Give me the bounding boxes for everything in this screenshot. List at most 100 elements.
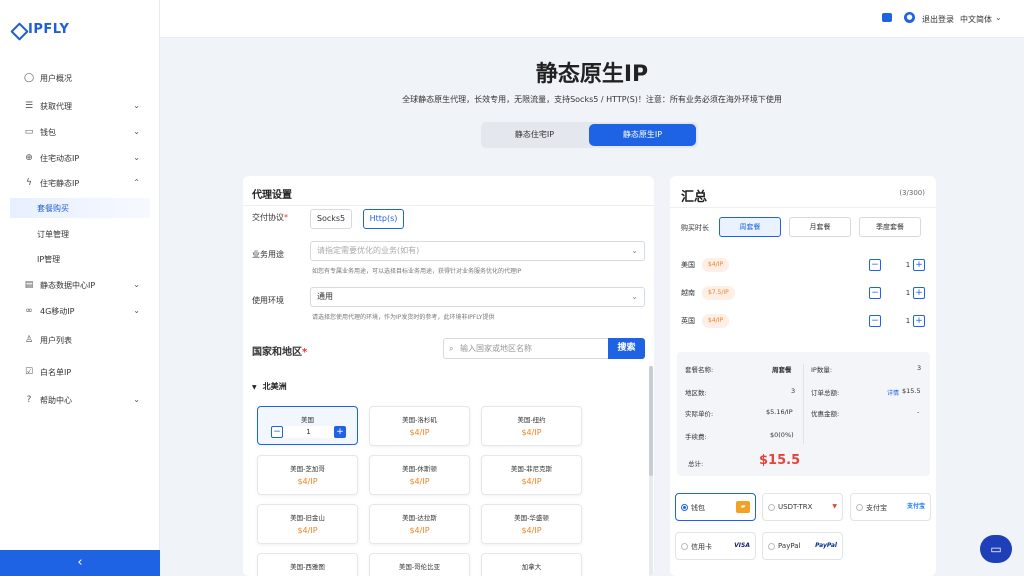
sidebar-item-static-residential[interactable]: ϟ 住宅静态IP ⌃ <box>0 173 160 193</box>
country-card[interactable]: 美国-洛杉矶 $4/IP <box>369 406 470 446</box>
message-icon[interactable] <box>882 13 892 22</box>
country-card[interactable]: 美国-华盛顿 $4/IP <box>481 504 582 544</box>
alipay-icon: 支付宝 <box>906 503 925 510</box>
radio-button[interactable] <box>681 543 688 550</box>
item-price-badge: $7.5/IP <box>702 286 735 300</box>
country-card[interactable]: 美国-旧金山 $4/IP <box>257 504 358 544</box>
country-name: 美国-西雅图 <box>290 563 325 571</box>
sidebar-item-get-proxy[interactable]: ☰ 获取代理 ⌄ <box>0 96 160 116</box>
wallet-icon: ▰ <box>736 501 750 513</box>
logo-icon <box>12 24 24 36</box>
paypal-icon: PayPal <box>815 542 837 549</box>
payment-label: 支付宝 <box>866 504 887 512</box>
product-tabs: 静态住宅IP 静态原生IP <box>481 122 698 148</box>
plus-button[interactable]: + <box>913 315 925 327</box>
avatar[interactable]: ● <box>904 12 915 23</box>
country-card[interactable]: 加拿大 <box>481 553 582 576</box>
sidebar-item-4g-mobile[interactable]: ∞ 4G移动IP ⌄ <box>0 301 160 321</box>
order-total-label: 订单总额: <box>811 389 840 397</box>
payment-credit-card[interactable]: 信用卡 VISA <box>675 532 756 560</box>
radio-button[interactable] <box>768 504 775 511</box>
radio-button[interactable] <box>856 504 863 511</box>
summary-item-row: 美国 $4/IP − 1 + <box>681 258 927 272</box>
quantity-value[interactable]: 1 <box>283 426 334 438</box>
region-north-america[interactable]: ▼ 北美洲 <box>252 381 287 392</box>
scrollbar-thumb[interactable] <box>649 366 653 476</box>
ip-count-label: IP数量: <box>811 366 833 374</box>
country-price: $4/IP <box>297 477 318 486</box>
minus-button[interactable]: − <box>271 426 283 438</box>
divider <box>670 207 936 208</box>
search-button[interactable]: 搜索 <box>608 338 645 359</box>
environment-select[interactable]: 通用 ⌄ <box>310 287 645 307</box>
protocol-socks5-button[interactable]: Socks5 <box>310 209 352 229</box>
topbar: ● 退出登录 中文简体 ⌄ <box>160 0 1024 38</box>
sidebar-item-order-management[interactable]: 订单管理 <box>0 224 160 244</box>
summary-count: (3/300) <box>899 189 925 197</box>
sidebar-item-dynamic-residential[interactable]: ⊕ 住宅动态IP ⌄ <box>0 148 160 168</box>
sidebar-item-whitelist[interactable]: ☑ 白名单IP <box>0 362 160 382</box>
brand-logo[interactable]: IPFLY <box>12 22 69 37</box>
country-card[interactable]: 美国-休斯顿 $4/IP <box>369 455 470 495</box>
country-price: $4/IP <box>297 526 318 535</box>
country-search-input[interactable]: ⌕ 输入国家或地区名称 <box>443 338 609 359</box>
payment-paypal[interactable]: PayPal PayPal <box>762 532 843 560</box>
language-select[interactable]: 中文简体 <box>960 14 992 25</box>
proxy-settings-card: 代理设置 交付协议* Socks5 Http(s) 业务用途 请指定需要优化的业… <box>243 176 654 576</box>
tab-static-residential[interactable]: 静态住宅IP <box>483 124 586 146</box>
minus-button[interactable]: − <box>869 259 881 271</box>
order-details-link[interactable]: 详情 <box>887 388 899 397</box>
plus-button[interactable]: + <box>334 426 346 438</box>
payment-alipay[interactable]: 支付宝 支付宝 <box>850 493 931 521</box>
country-name: 美国-芝加哥 <box>290 465 325 473</box>
help-icon: ? <box>26 395 32 405</box>
country-price: $4/IP <box>409 477 430 486</box>
country-card[interactable]: 美国-达拉斯 $4/IP <box>369 504 470 544</box>
country-card[interactable]: 美国-纽约 $4/IP <box>481 406 582 446</box>
logout-link[interactable]: 退出登录 <box>922 14 954 25</box>
country-card[interactable]: 美国-哥伦比亚 <box>369 553 470 576</box>
server-icon: ▤ <box>24 280 34 290</box>
minus-button[interactable]: − <box>869 315 881 327</box>
tab-static-native[interactable]: 静态原生IP <box>589 124 696 146</box>
radio-button[interactable] <box>768 543 775 550</box>
country-card[interactable]: 美国-菲尼克斯 $4/IP <box>481 455 582 495</box>
country-name: 美国-菲尼克斯 <box>510 465 553 473</box>
sidebar-item-label: 订单管理 <box>37 229 69 239</box>
sidebar-item-datacenter-ip[interactable]: ▤ 静态数据中心IP ⌄ <box>0 275 160 295</box>
period-monthly-button[interactable]: 月套餐 <box>789 217 851 237</box>
sidebar-item-package-purchase[interactable]: 套餐购买 <box>10 198 150 218</box>
chat-support-button[interactable]: ▭ <box>980 535 1012 563</box>
sidebar-item-wallet[interactable]: ▭ 钱包 ⌄ <box>0 122 160 142</box>
purpose-label: 业务用途 <box>252 250 284 259</box>
quantity-stepper[interactable]: − 1 + <box>271 426 346 438</box>
bolt-icon: ϟ <box>26 178 32 188</box>
sidebar-item-label: 白名单IP <box>40 367 72 377</box>
item-price-badge: $4/IP <box>702 314 730 328</box>
summary-title: 汇总 <box>681 190 708 205</box>
country-card[interactable]: 美国-西雅图 <box>257 553 358 576</box>
sidebar-item-ip-management[interactable]: IP管理 <box>0 249 160 269</box>
protocol-https-button[interactable]: Http(s) <box>363 209 404 229</box>
country-card[interactable]: 美国-芝加哥 $4/IP <box>257 455 358 495</box>
chevron-down-icon[interactable]: ⌄ <box>995 13 1002 22</box>
sidebar-collapse-button[interactable]: ‹ <box>0 550 160 576</box>
period-weekly-button[interactable]: 周套餐 <box>719 217 781 237</box>
period-quarterly-button[interactable]: 季度套餐 <box>859 217 921 237</box>
sidebar-item-user-overview[interactable]: ◯ 用户概况 <box>0 68 160 88</box>
payment-usdt[interactable]: USDT-TRX ▼ <box>762 493 843 521</box>
sidebar-item-help[interactable]: ? 帮助中心 ⌄ <box>0 390 160 410</box>
chevron-down-icon: ⌄ <box>133 127 140 136</box>
radio-button[interactable] <box>681 504 688 511</box>
plus-button[interactable]: + <box>913 259 925 271</box>
country-card[interactable]: 美国 − 1 + <box>257 406 358 445</box>
plus-button[interactable]: + <box>913 287 925 299</box>
payment-wallet[interactable]: 钱包 ▰ <box>675 493 756 521</box>
sidebar-item-user-list[interactable]: ♙ 用户列表 <box>0 330 160 350</box>
purpose-select[interactable]: 请指定需要优化的业务(如有) ⌄ <box>310 241 645 261</box>
brand-name: IPFLY <box>28 22 70 37</box>
minus-button[interactable]: − <box>869 287 881 299</box>
order-summary-panel: 套餐名称: 周套餐 IP数量: 3 地区数: 3 订单总额: 详情 $15.5 … <box>677 352 930 476</box>
item-country: 美国 <box>681 261 695 269</box>
page-subtitle: 全球静态原生代理，长效专用，无限流量，支持Socks5 / HTTP(S)！注意… <box>402 95 782 104</box>
